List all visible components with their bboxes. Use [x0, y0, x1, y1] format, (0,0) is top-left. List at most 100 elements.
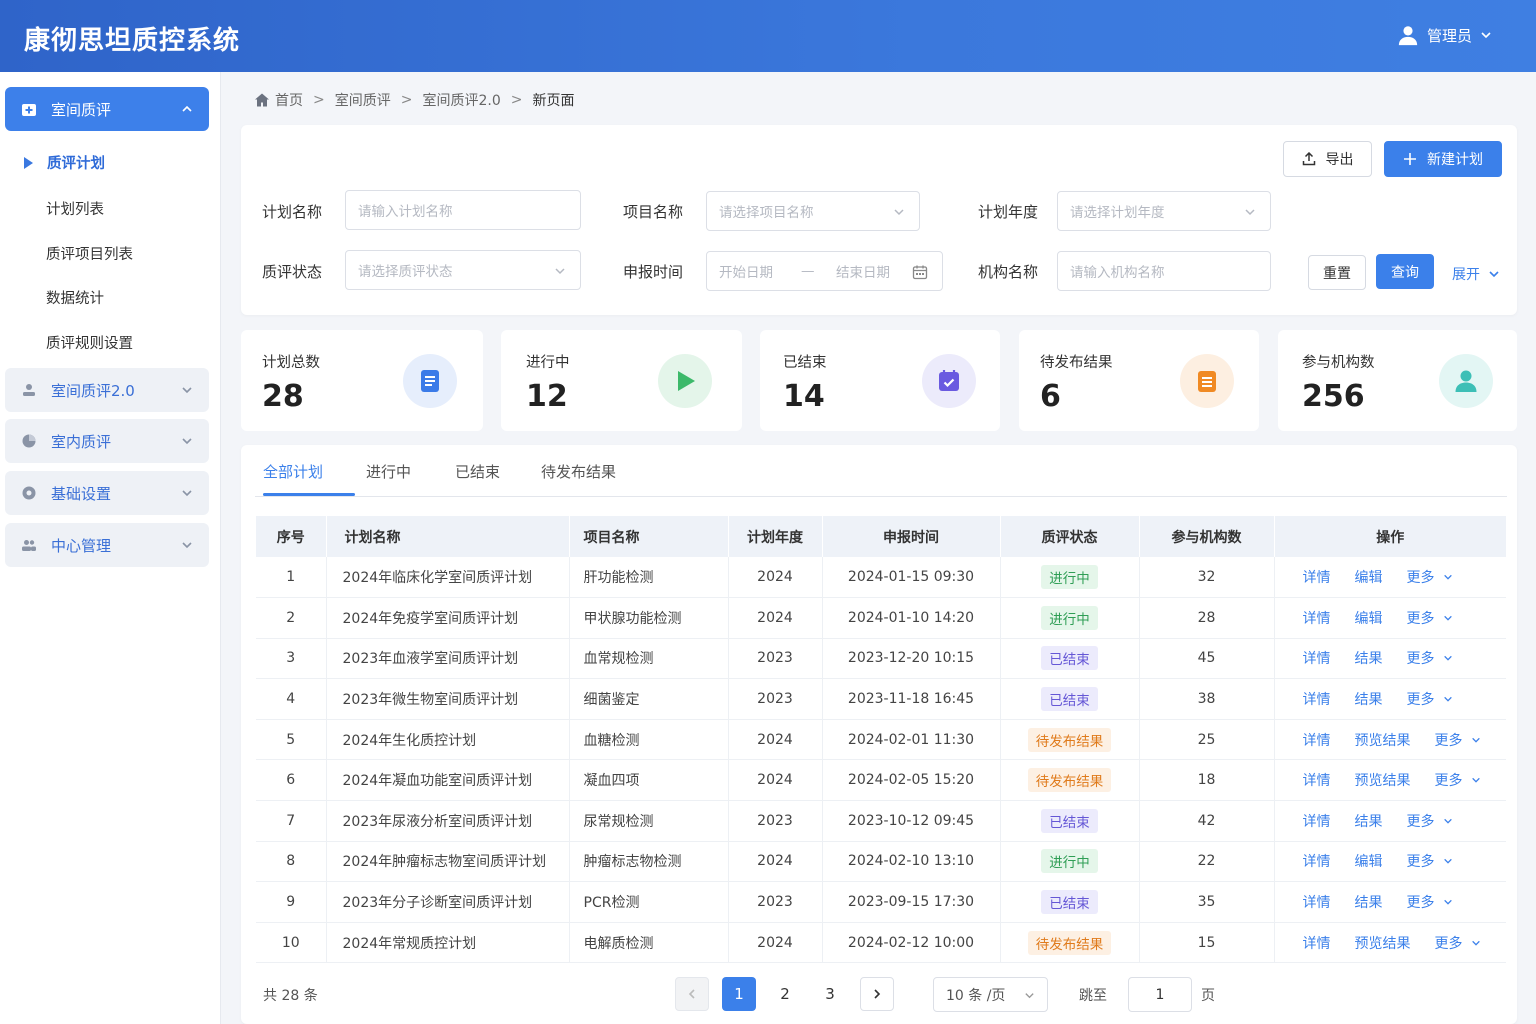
plan-year-select[interactable]: 请选择计划年度	[1057, 191, 1271, 231]
more-dropdown[interactable]: 更多	[1407, 892, 1453, 912]
stat-value: 6	[1040, 379, 1061, 414]
sidebar-submenu-plan[interactable]: 质评计划	[24, 152, 105, 173]
chevron-down-icon	[182, 387, 192, 394]
tab-all-plans[interactable]: 全部计划	[263, 461, 323, 482]
table-body: 1 2024年临床化学室间质评计划 肝功能检测 2024 2024-01-15 09:3…	[256, 557, 1506, 963]
reset-button[interactable]: 重置	[1308, 255, 1366, 290]
detail-link[interactable]: 详情	[1303, 567, 1331, 587]
org-name-input[interactable]: 请输入机构名称	[1057, 251, 1271, 291]
more-dropdown[interactable]: 更多	[1435, 933, 1481, 953]
detail-link[interactable]: 详情	[1303, 811, 1331, 831]
plan-name-placeholder: 请输入计划名称	[358, 204, 453, 220]
more-label: 更多	[1406, 610, 1435, 627]
stat-card-ended: 已结束 14	[760, 330, 1000, 431]
table-row: 8 2024年肿瘤标志物室间质评计划 肿瘤标志物检测 2024 2024-02-10 1…	[256, 841, 1506, 882]
cell-report-time: 2024-02-05 15:20	[822, 759, 1001, 801]
cell-actions: 详情 结果 更多	[1274, 801, 1506, 842]
more-dropdown[interactable]: 更多	[1407, 648, 1453, 668]
more-dropdown[interactable]: 更多	[1407, 689, 1453, 709]
chevron-down-icon	[1489, 271, 1499, 278]
page-button-3[interactable]: 3	[813, 977, 847, 1011]
action-link[interactable]: 编辑	[1355, 608, 1383, 628]
more-dropdown[interactable]: 更多	[1407, 851, 1453, 871]
sidebar-item-statistics[interactable]: 数据统计	[46, 287, 104, 308]
project-name-placeholder: 请选择项目名称	[719, 205, 814, 221]
sidebar: 室间质评 质评计划 计划列表 质评项目列表 数据统计 质评规则设置 室间质评2.…	[0, 72, 221, 1024]
sidebar-group-basic-settings[interactable]: 基础设置	[5, 471, 209, 515]
more-dropdown[interactable]: 更多	[1407, 567, 1453, 587]
action-link[interactable]: 结果	[1355, 689, 1383, 709]
breadcrumb-interlab[interactable]: 室间质评	[335, 90, 391, 110]
query-button[interactable]: 查询	[1376, 254, 1434, 289]
sidebar-item-rules[interactable]: 质评规则设置	[46, 332, 133, 353]
more-dropdown[interactable]: 更多	[1407, 811, 1453, 831]
detail-link[interactable]: 详情	[1303, 892, 1331, 912]
cell-plan-name: 2023年血液学室间质评计划	[326, 638, 570, 679]
detail-link[interactable]: 详情	[1303, 648, 1331, 668]
cell-status: 进行中	[1000, 841, 1140, 882]
detail-link[interactable]: 详情	[1303, 933, 1331, 953]
status-placeholder: 请选择质评状态	[358, 264, 453, 280]
user-icon	[1455, 370, 1477, 392]
tab-pending[interactable]: 待发布结果	[541, 461, 616, 482]
sidebar-item-project-list[interactable]: 质评项目列表	[46, 243, 133, 264]
cell-no: 10	[256, 922, 327, 963]
project-name-select[interactable]: 请选择项目名称	[706, 191, 920, 231]
report-time-range-picker[interactable]: 开始日期 — 结束日期	[706, 251, 943, 291]
cell-report-time: 2024-01-10 14:20	[822, 597, 1001, 639]
action-link[interactable]: 结果	[1355, 648, 1383, 668]
total-count: 共 28 条	[263, 988, 318, 1004]
chevron-down-icon	[555, 268, 565, 275]
project-name-label: 项目名称	[623, 203, 684, 221]
action-link[interactable]: 结果	[1355, 811, 1383, 831]
next-page-button[interactable]	[860, 977, 894, 1011]
cell-actions: 详情 编辑 更多	[1274, 557, 1506, 598]
tab-running[interactable]: 进行中	[366, 461, 411, 482]
tab-ended[interactable]: 已结束	[455, 461, 500, 482]
breadcrumb-current: 新页面	[532, 93, 575, 109]
action-link[interactable]: 编辑	[1355, 851, 1383, 871]
more-dropdown[interactable]: 更多	[1407, 608, 1453, 628]
table-row: 4 2023年微生物室间质评计划 细菌鉴定 2023 2023-11-18 16:45 已…	[256, 678, 1506, 720]
sidebar-group-center-management[interactable]: 中心管理	[5, 523, 209, 567]
action-link[interactable]: 结果	[1355, 892, 1383, 912]
detail-link[interactable]: 详情	[1303, 730, 1331, 750]
detail-link[interactable]: 详情	[1303, 689, 1331, 709]
cell-project-name: PCR检测	[569, 881, 729, 923]
sidebar-group-interlab-2[interactable]: 室间质评2.0	[5, 368, 209, 412]
more-dropdown[interactable]: 更多	[1435, 730, 1481, 750]
date-range-separator: —	[801, 263, 815, 279]
status-select[interactable]: 请选择质评状态	[345, 250, 581, 290]
detail-link[interactable]: 详情	[1303, 851, 1331, 871]
action-link[interactable]: 预览结果	[1355, 730, 1411, 750]
sidebar-item-plan-list[interactable]: 计划列表	[46, 198, 104, 219]
breadcrumb-home[interactable]: 首页	[275, 90, 303, 110]
page-size-select[interactable]: 10 条 /页	[933, 977, 1048, 1012]
new-plan-button[interactable]: 新建计划	[1384, 141, 1502, 177]
user-menu[interactable]: 管理员	[1397, 24, 1492, 46]
action-link[interactable]: 预览结果	[1355, 770, 1411, 790]
more-label: 更多	[1434, 732, 1463, 749]
cell-status: 已结束	[1000, 678, 1140, 720]
cell-org-count: 35	[1139, 881, 1275, 923]
column-header: 序号	[256, 516, 327, 557]
cell-report-time: 2023-10-12 09:45	[822, 800, 1001, 842]
cell-status: 待发布结果	[1000, 922, 1140, 963]
action-link[interactable]: 预览结果	[1355, 933, 1411, 953]
page-button-2[interactable]: 2	[768, 977, 802, 1011]
export-button[interactable]: 导出	[1283, 141, 1372, 177]
breadcrumb-interlab-2[interactable]: 室间质评2.0	[422, 90, 500, 110]
jump-page-input[interactable]	[1128, 977, 1192, 1012]
plan-name-input[interactable]: 请输入计划名称	[345, 190, 581, 230]
end-date-placeholder: 结束日期	[836, 265, 890, 281]
cell-status: 已结束	[1000, 881, 1140, 923]
sidebar-group-interlab[interactable]: 室间质评	[5, 87, 209, 131]
more-dropdown[interactable]: 更多	[1435, 770, 1481, 790]
detail-link[interactable]: 详情	[1303, 608, 1331, 628]
detail-link[interactable]: 详情	[1303, 770, 1331, 790]
sidebar-group-intralab[interactable]: 室内质评	[5, 419, 209, 463]
prev-page-button[interactable]	[675, 977, 709, 1011]
page-button-1[interactable]: 1	[722, 977, 756, 1011]
action-link[interactable]: 编辑	[1355, 567, 1383, 587]
expand-link[interactable]: 展开	[1452, 264, 1500, 284]
